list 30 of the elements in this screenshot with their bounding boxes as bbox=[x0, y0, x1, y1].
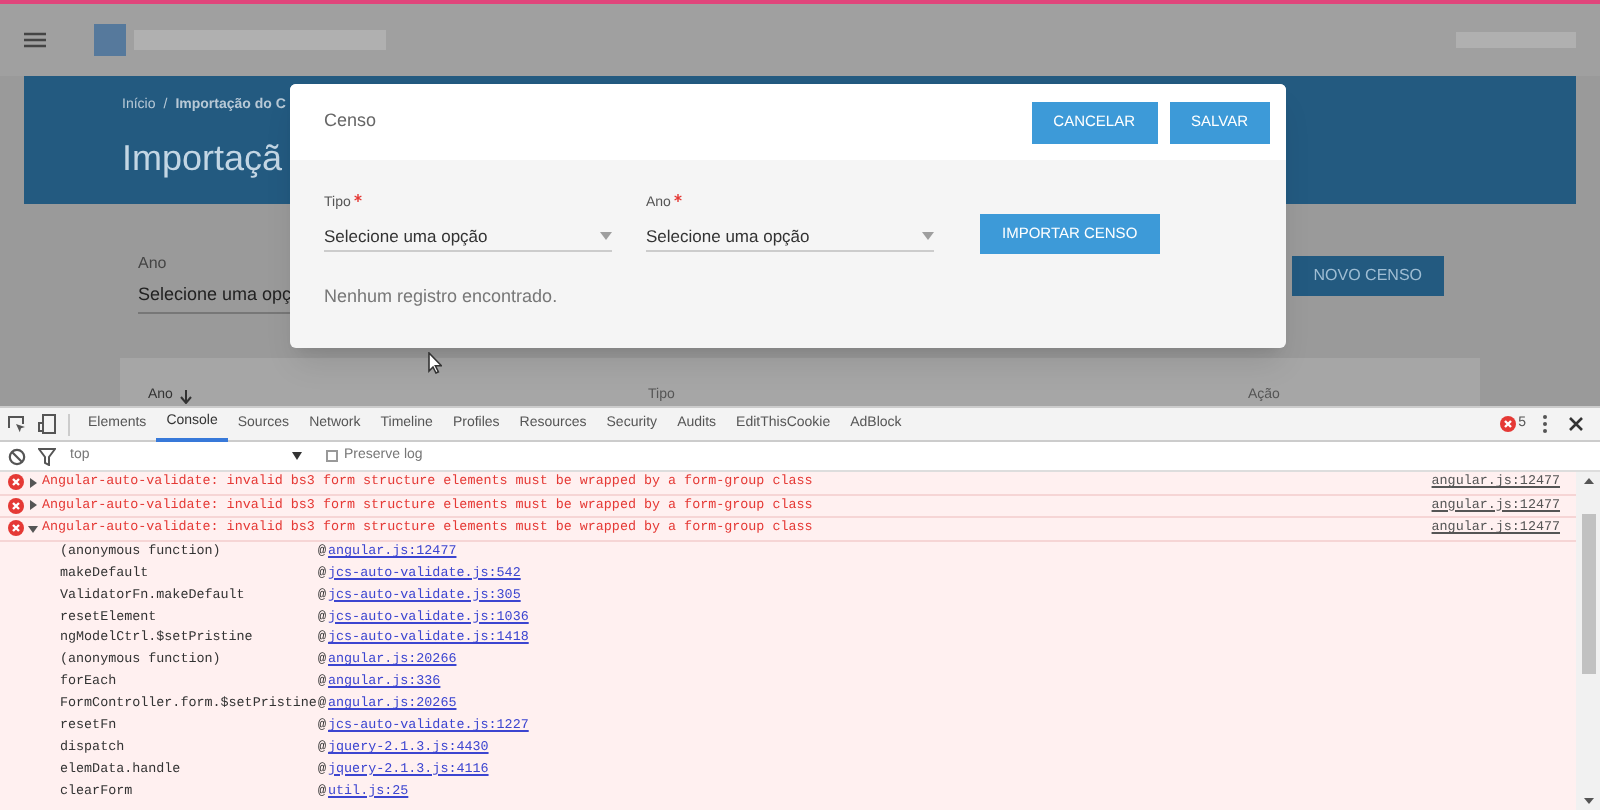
modal-title: Censo bbox=[324, 108, 377, 135]
empty-message: Nenhum registro encontrado. bbox=[322, 284, 560, 310]
error-icon bbox=[1500, 416, 1517, 432]
collapsed-triangle-icon[interactable] bbox=[28, 500, 38, 511]
error-icon bbox=[8, 474, 24, 491]
preserve-log-checkbox[interactable] bbox=[326, 450, 338, 462]
page-title: Importaçã bbox=[122, 135, 283, 182]
dropdown-caret-icon bbox=[922, 231, 934, 240]
error-icon bbox=[8, 497, 24, 514]
expanded-triangle-icon[interactable] bbox=[28, 523, 38, 534]
select-field[interactable]: Selecione uma opção bbox=[324, 223, 612, 253]
clear-console-icon[interactable] bbox=[8, 447, 26, 465]
dropdown-caret-icon bbox=[600, 231, 612, 240]
new-census-button[interactable]: NOVO CENSO bbox=[1291, 256, 1444, 296]
logo-placeholder bbox=[94, 24, 126, 56]
inspect-element-icon[interactable] bbox=[8, 415, 26, 433]
filter-label: Ano bbox=[138, 252, 169, 276]
collapsed-triangle-icon[interactable] bbox=[28, 477, 38, 488]
dropdown-caret-icon bbox=[292, 452, 302, 460]
filter-icon[interactable] bbox=[38, 447, 56, 465]
scrollbar[interactable] bbox=[1576, 472, 1600, 810]
select-field[interactable]: Selecione uma opção bbox=[646, 223, 934, 253]
more-options-icon[interactable] bbox=[1542, 414, 1548, 434]
device-mode-icon[interactable] bbox=[38, 414, 56, 434]
scroll-down-arrow-icon[interactable] bbox=[1583, 798, 1593, 804]
close-icon[interactable] bbox=[1568, 416, 1584, 432]
menu-icon[interactable] bbox=[24, 32, 46, 48]
scroll-up-arrow-icon[interactable] bbox=[1583, 478, 1593, 484]
mouse-cursor-icon bbox=[428, 352, 442, 374]
error-icon bbox=[8, 520, 24, 537]
